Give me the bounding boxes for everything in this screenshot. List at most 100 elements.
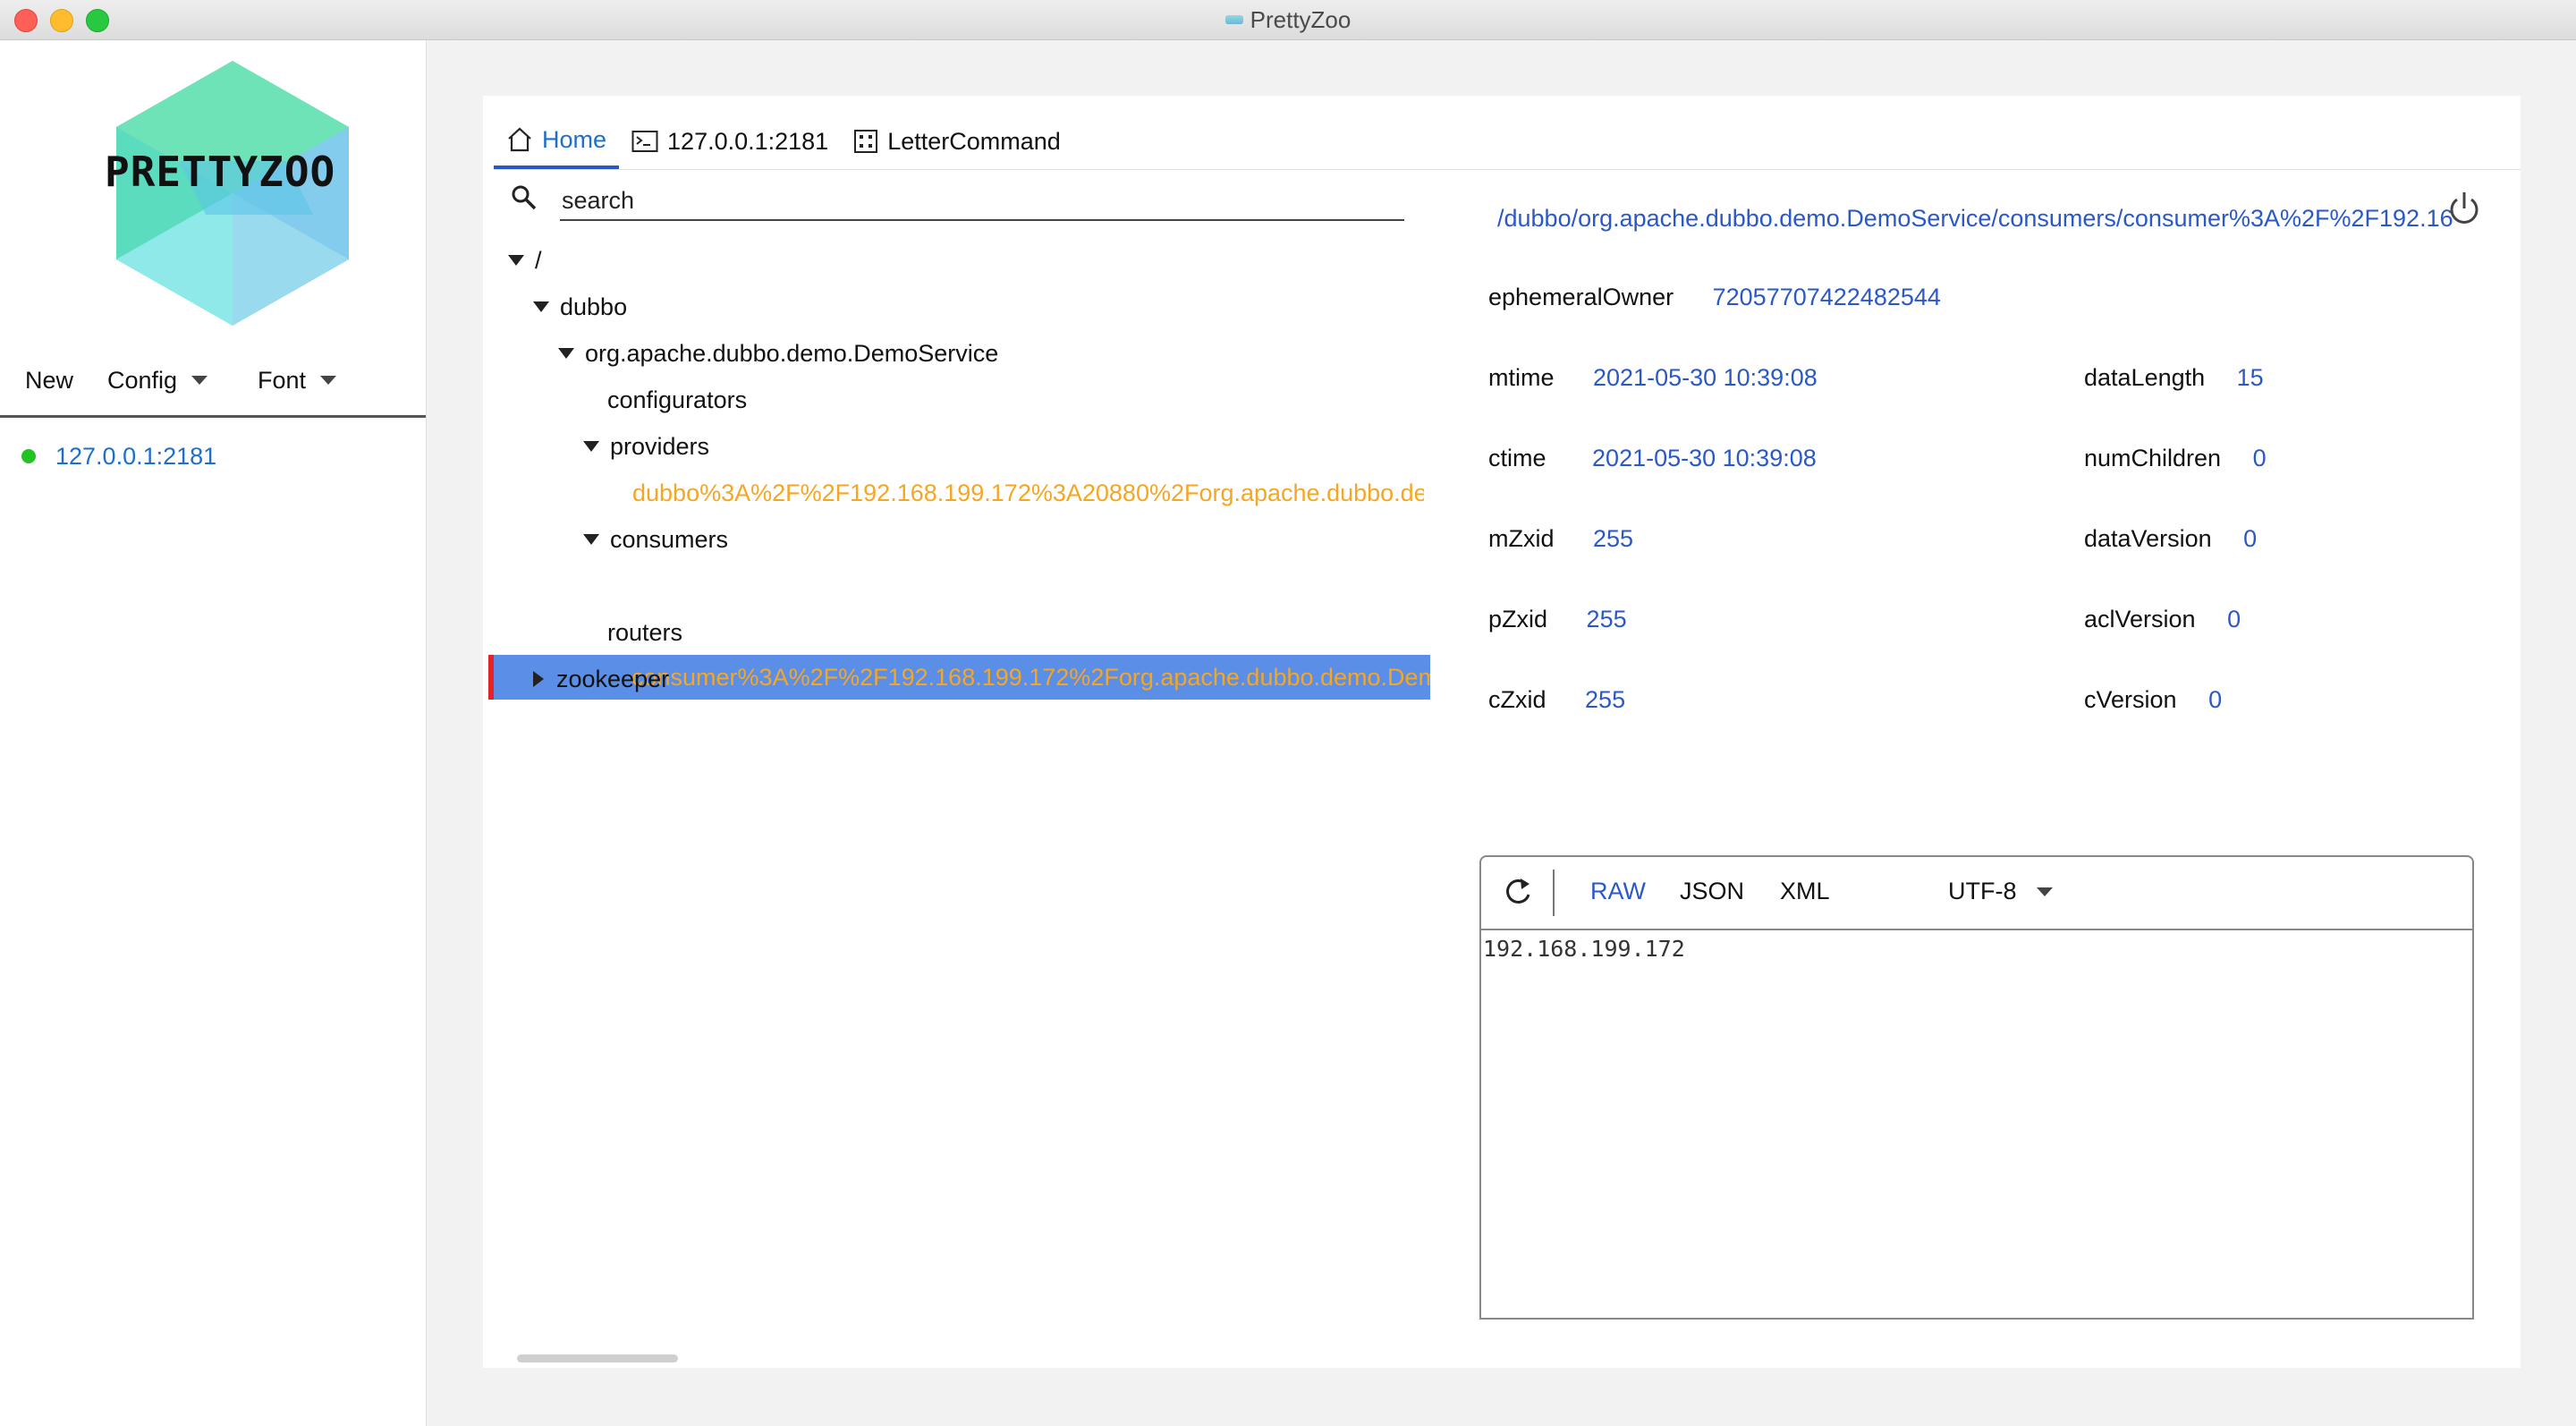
stat-value: 2021-05-30 10:39:08 bbox=[1593, 364, 1818, 391]
stat-label: ctime bbox=[1488, 445, 1546, 471]
power-icon[interactable] bbox=[2446, 189, 2482, 228]
app-window: PrettyZoo PRETTYZOO New Config Font 127.… bbox=[0, 0, 2576, 1426]
tree-node-label: providers bbox=[610, 432, 710, 460]
stat-label: dataVersion bbox=[2084, 525, 2212, 552]
stat-ctime: ctime 2021-05-30 10:39:08 bbox=[1488, 445, 1817, 472]
tab-bar: Home 127.0.0.1:2181 LetterCommand bbox=[494, 114, 1073, 169]
sidebar: PRETTYZOO New Config Font 127.0.0.1:2181 bbox=[0, 40, 427, 1426]
tree-node-providers[interactable]: providers bbox=[583, 425, 709, 468]
tree-node-demo-service[interactable]: org.apache.dubbo.demo.DemoService bbox=[558, 332, 998, 375]
node-data-editor: RAW JSON XML UTF-8 192.168.199.172 bbox=[1479, 855, 2474, 1320]
prettyzoo-logo: PRETTYZOO bbox=[80, 54, 385, 331]
stat-value: 2021-05-30 10:39:08 bbox=[1592, 445, 1817, 471]
tree-node-label: routers bbox=[607, 618, 683, 646]
tab-letter-command-label: LetterCommand bbox=[887, 127, 1061, 155]
stat-value: 0 bbox=[2227, 606, 2241, 632]
collapse-arrow-icon[interactable] bbox=[533, 671, 544, 687]
stat-mzxid: mZxid 255 bbox=[1488, 525, 1633, 553]
expand-arrow-icon[interactable] bbox=[583, 441, 599, 452]
new-button[interactable]: New bbox=[25, 367, 73, 395]
new-label: New bbox=[25, 366, 74, 394]
tree-node-root[interactable]: / bbox=[508, 239, 542, 282]
format-json-button[interactable]: JSON bbox=[1680, 878, 1744, 905]
stat-label: aclVersion bbox=[2084, 606, 2196, 632]
font-label: Font bbox=[258, 366, 307, 394]
connected-status-icon bbox=[21, 449, 36, 463]
stat-value: 72057707422482544 bbox=[1712, 284, 1941, 310]
command-icon bbox=[854, 130, 878, 153]
stat-value: 0 bbox=[2208, 686, 2223, 713]
config-menu[interactable]: Config bbox=[107, 367, 208, 395]
tree-node-label: dubbo%3A%2F%2F192.168.199.172%3A20880%2F… bbox=[632, 479, 1424, 506]
logo-text: PRETTYZOO bbox=[105, 148, 336, 196]
tree-node-consumers[interactable]: consumers bbox=[583, 518, 728, 561]
encoding-select[interactable]: UTF-8 bbox=[1948, 878, 2053, 905]
tree-node-label: / bbox=[535, 246, 542, 274]
tree-node-label: org.apache.dubbo.demo.DemoService bbox=[585, 339, 999, 367]
expand-arrow-icon[interactable] bbox=[558, 348, 574, 359]
stat-num-children: numChildren 0 bbox=[2084, 445, 2267, 472]
tree-node-routers[interactable]: routers bbox=[607, 611, 682, 654]
title-bar: PrettyZoo bbox=[0, 0, 2576, 40]
stat-value: 255 bbox=[1593, 525, 1634, 552]
editor-content[interactable]: 192.168.199.172 bbox=[1483, 936, 1685, 962]
stat-acl-version: aclVersion 0 bbox=[2084, 606, 2241, 633]
editor-toolbar: RAW JSON XML UTF-8 bbox=[1481, 857, 2472, 930]
refresh-icon[interactable] bbox=[1501, 875, 1535, 909]
stat-ephemeral-owner: ephemeralOwner 72057707422482544 bbox=[1488, 284, 1941, 311]
terminal-icon bbox=[631, 131, 658, 152]
format-xml-button[interactable]: XML bbox=[1780, 878, 1830, 905]
search-icon bbox=[512, 185, 537, 210]
expand-arrow-icon[interactable] bbox=[533, 301, 549, 312]
toolbar-separator bbox=[1553, 870, 1555, 916]
format-raw-button[interactable]: RAW bbox=[1590, 878, 1646, 905]
stat-data-length: dataLength 15 bbox=[2084, 364, 2264, 392]
tab-letter-command[interactable]: LetterCommand bbox=[841, 115, 1073, 168]
home-icon bbox=[508, 127, 531, 152]
tree-node-zookeeper[interactable]: zookeeper bbox=[533, 658, 669, 700]
tree-node-provider-url[interactable]: dubbo%3A%2F%2F192.168.199.172%3A20880%2F… bbox=[632, 471, 1424, 514]
stat-label: ephemeralOwner bbox=[1488, 284, 1674, 310]
sidebar-divider bbox=[0, 415, 426, 418]
tree-node-label: dubbo bbox=[560, 293, 628, 320]
tree-node-label: configurators bbox=[607, 386, 748, 413]
tree-node-configurators[interactable]: configurators bbox=[607, 378, 747, 421]
stat-mtime: mtime 2021-05-30 10:39:08 bbox=[1488, 364, 1818, 392]
stat-c-version: cVersion 0 bbox=[2084, 686, 2222, 714]
stat-pzxid: pZxid 255 bbox=[1488, 606, 1627, 633]
expand-arrow-icon[interactable] bbox=[508, 255, 524, 266]
main-panel: Home 127.0.0.1:2181 LetterCommand search… bbox=[483, 96, 2521, 1368]
encoding-value: UTF-8 bbox=[1948, 878, 2017, 904]
server-item[interactable]: 127.0.0.1:2181 bbox=[21, 438, 216, 474]
search-input[interactable] bbox=[560, 182, 1404, 221]
horizontal-scrollbar[interactable] bbox=[517, 1354, 678, 1362]
tree-node-label: consumers bbox=[610, 525, 729, 553]
stat-czxid: cZxid 255 bbox=[1488, 686, 1625, 714]
chevron-down-icon bbox=[320, 376, 337, 385]
stat-label: cVersion bbox=[2084, 686, 2177, 713]
stat-value: 255 bbox=[1585, 686, 1626, 713]
stat-label: numChildren bbox=[2084, 445, 2222, 471]
tree-node-label: consumer%3A%2F%2F192.168.199.172%2Forg.a… bbox=[631, 664, 1430, 691]
stat-value: 15 bbox=[2236, 364, 2264, 391]
node-path: /dubbo/org.apache.dubbo.demo.DemoService… bbox=[1497, 205, 2454, 232]
window-title-area: PrettyZoo bbox=[0, 0, 2576, 39]
stat-value: 0 bbox=[2252, 445, 2267, 471]
tree-node-dubbo[interactable]: dubbo bbox=[533, 285, 627, 328]
chevron-down-icon bbox=[191, 376, 208, 385]
search-bar bbox=[510, 176, 1404, 226]
stat-value: 255 bbox=[1586, 606, 1627, 632]
stat-value: 0 bbox=[2243, 525, 2258, 552]
stat-label: cZxid bbox=[1488, 686, 1546, 713]
window-title: PrettyZoo bbox=[1250, 5, 1352, 33]
tab-home[interactable]: Home bbox=[494, 114, 620, 169]
stat-data-version: dataVersion 0 bbox=[2084, 525, 2257, 553]
tab-server-terminal[interactable]: 127.0.0.1:2181 bbox=[619, 115, 841, 168]
stat-label: mtime bbox=[1488, 364, 1555, 391]
stat-label: pZxid bbox=[1488, 606, 1548, 632]
server-label: 127.0.0.1:2181 bbox=[55, 442, 217, 470]
font-menu[interactable]: Font bbox=[258, 366, 337, 395]
expand-arrow-icon[interactable] bbox=[583, 534, 599, 545]
tab-server-label: 127.0.0.1:2181 bbox=[667, 127, 829, 155]
stat-label: mZxid bbox=[1488, 525, 1555, 552]
